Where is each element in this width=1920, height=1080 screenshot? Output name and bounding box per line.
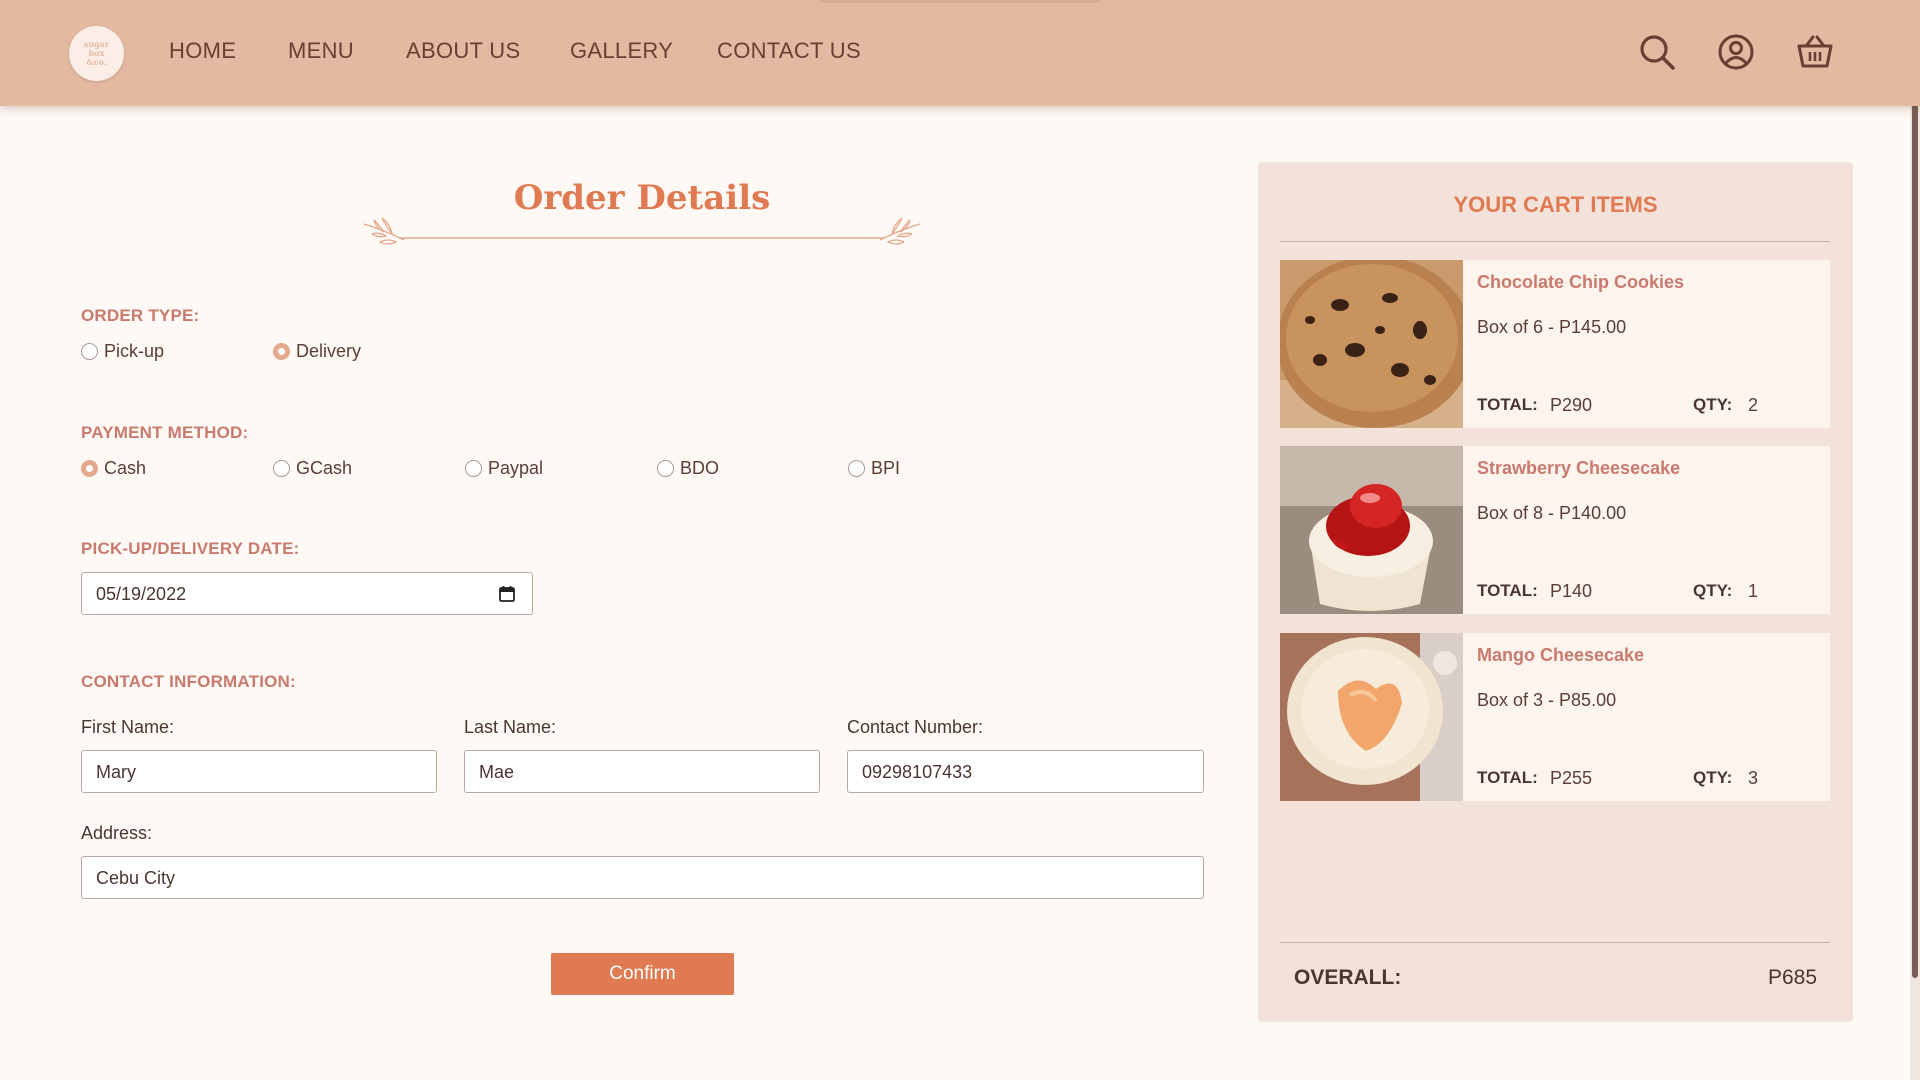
address-label: Address: [81,823,153,843]
address-input[interactable]: Cebu City [81,856,1204,899]
item-description: Box of 3 - P85.00 [1477,690,1617,710]
nav-contact-us[interactable]: CONTACT US [717,38,861,64]
brand-logo[interactable]: sugar box &co. [69,26,124,81]
logo-line-3: &co. [86,57,107,67]
radio-bpi[interactable]: BPI [848,458,900,479]
radio-paypal-label: Paypal [488,458,544,478]
last-name-value: Mae [479,762,515,782]
radio-pickup[interactable]: Pick-up [81,341,164,362]
item-qty-value: 1 [1748,581,1759,601]
first-name-input[interactable]: Mary [81,750,437,793]
address-value: Cebu City [96,868,176,888]
radio-bdo-indicator[interactable] [657,460,674,477]
first-name-value: Mary [96,762,136,782]
item-name: Mango Cheesecake [1477,645,1645,665]
item-name: Chocolate Chip Cookies [1477,272,1685,292]
date-input[interactable]: 05/19/2022 [81,572,533,615]
radio-gcash[interactable]: GCash [273,458,352,479]
item-qty-value: 3 [1748,768,1759,788]
item-description: Box of 6 - P145.00 [1477,317,1627,337]
item-qty-label: QTY: [1693,395,1733,414]
strawberry-cheesecake-image [1280,446,1463,614]
radio-gcash-label: GCash [296,458,353,478]
date-label: PICK-UP/DELIVERY DATE: [81,539,300,558]
item-total-value: P290 [1550,395,1593,415]
cart-icon[interactable] [1795,32,1835,72]
cart-item-chocolate-chip-cookies: Chocolate Chip Cookies Box of 6 - P145.0… [1280,260,1830,428]
last-name-input[interactable]: Mae [464,750,820,793]
item-qty-label: QTY: [1693,581,1733,600]
cart-title: YOUR CART ITEMS [1453,192,1658,217]
cart-item-strawberry-cheesecake: Strawberry Cheesecake Box of 8 - P140.00… [1280,446,1830,614]
radio-gcash-indicator[interactable] [273,460,290,477]
last-name-label: Last Name: [464,717,557,737]
nav-gallery[interactable]: GALLERY [570,38,673,64]
item-qty-value: 2 [1748,395,1759,415]
contact-number-input[interactable]: 09298107433 [847,750,1204,793]
radio-delivery[interactable]: Delivery [273,341,361,362]
user-icon[interactable] [1716,32,1756,72]
radio-delivery-indicator[interactable] [273,343,290,360]
cart-divider-bottom [1280,942,1830,943]
radio-bdo[interactable]: BDO [657,458,719,479]
radio-bdo-label: BDO [680,458,720,478]
item-total-label: TOTAL: [1477,581,1538,600]
search-icon[interactable] [1637,32,1677,72]
item-name: Strawberry Cheesecake [1477,458,1681,478]
radio-cash[interactable]: Cash [81,458,146,479]
nav-about-us[interactable]: ABOUT US [406,38,520,64]
item-total-label: TOTAL: [1477,395,1538,414]
cart-item-mango-cheesecake: Mango Cheesecake Box of 3 - P85.00 TOTAL… [1280,633,1830,801]
radio-bpi-indicator[interactable] [848,460,865,477]
date-value: 05/19/2022 [96,584,187,604]
overall-label: OVERALL: [1294,966,1402,989]
item-description: Box of 8 - P140.00 [1477,503,1627,523]
radio-pickup-indicator[interactable] [81,343,98,360]
contact-number-value: 09298107433 [862,762,973,782]
radio-bpi-label: BPI [871,458,901,478]
cookie-image [1280,260,1463,428]
item-qty-label: QTY: [1693,768,1733,787]
order-type-label: ORDER TYPE: [81,306,200,325]
title-ornament-icon [363,217,921,245]
radio-delivery-label: Delivery [296,341,362,361]
radio-cash-indicator[interactable] [81,460,98,477]
radio-cash-label: Cash [104,458,147,478]
contact-number-label: Contact Number: [847,717,984,737]
calendar-icon[interactable] [498,585,516,603]
overall-value: P685 [1767,966,1817,989]
payment-method-label: PAYMENT METHOD: [81,423,249,442]
item-total-value: P140 [1550,581,1593,601]
item-total-value: P255 [1550,768,1593,788]
radio-pickup-label: Pick-up [104,341,165,361]
radio-paypal[interactable]: Paypal [465,458,543,479]
item-total-label: TOTAL: [1477,768,1538,787]
first-name-label: First Name: [81,717,175,737]
nav-home[interactable]: HOME [169,38,236,64]
radio-paypal-indicator[interactable] [465,460,482,477]
scrollbar-thumb[interactable] [1912,6,1918,978]
contact-info-label: CONTACT INFORMATION: [81,672,296,691]
top-edge-shade [820,0,1100,3]
nav-menu[interactable]: MENU [288,38,354,64]
cart-panel: YOUR CART ITEMS Chocolate Chip Cookies B… [1258,162,1853,1022]
mango-cheesecake-image [1280,633,1463,801]
site-header: sugar box &co. HOME MENU ABOUT US GALLER… [0,0,1920,106]
confirm-button[interactable]: Confirm [551,953,734,995]
cart-divider-top [1280,241,1830,242]
